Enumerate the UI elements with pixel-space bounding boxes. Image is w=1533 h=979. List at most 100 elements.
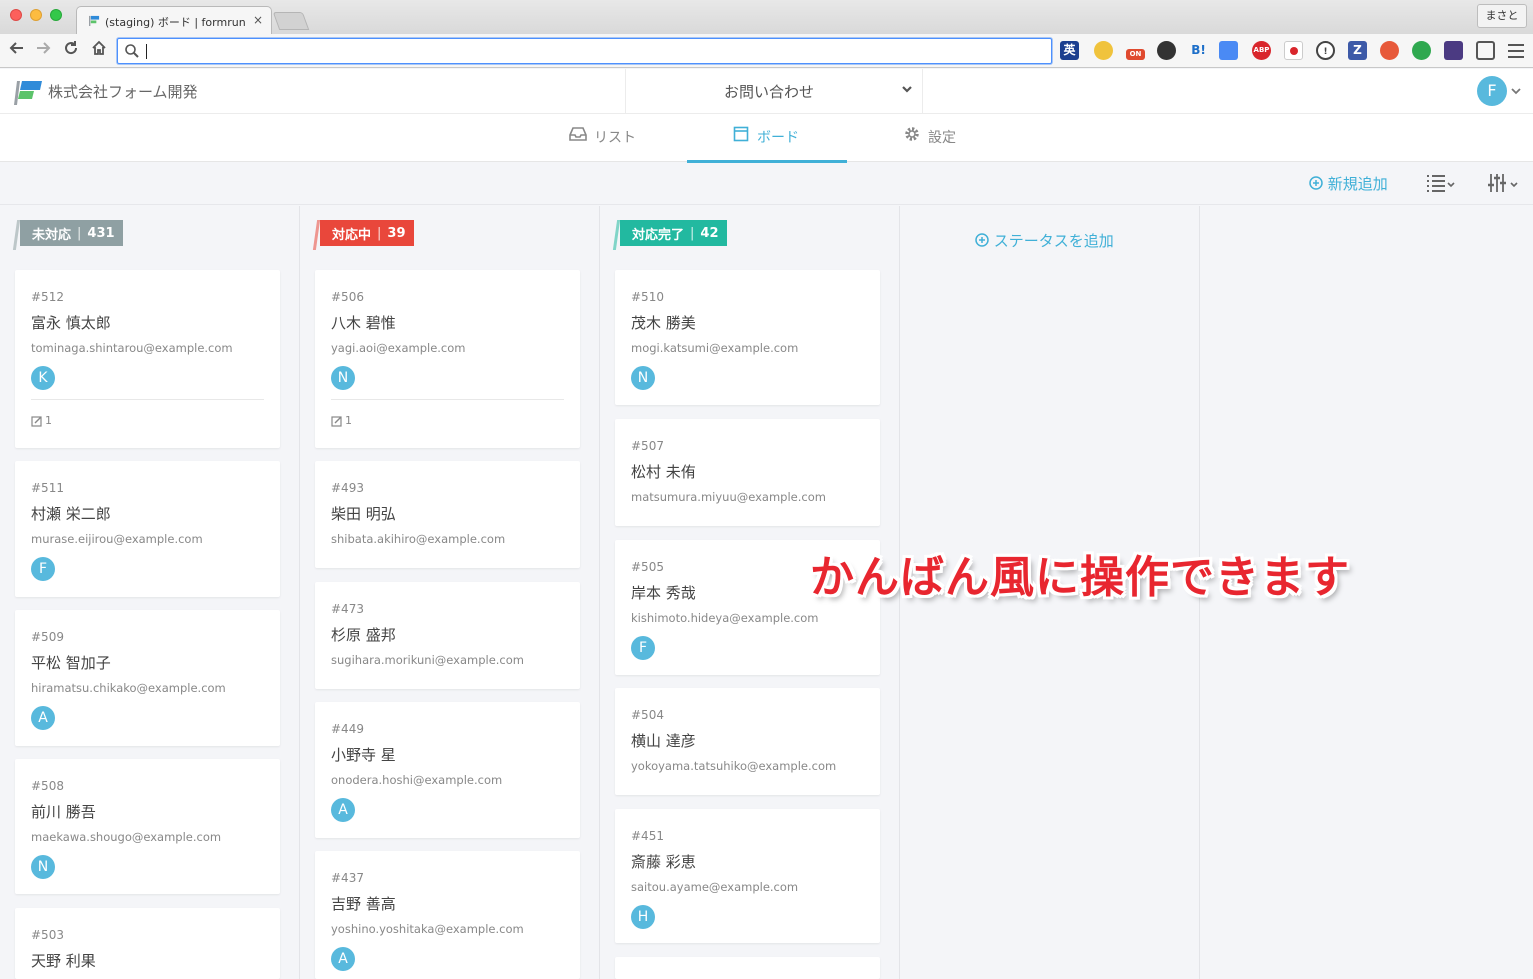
card-name: 松村 未侑 (631, 463, 696, 481)
card-id: #506 (331, 290, 364, 304)
inquiry-card[interactable]: #511 村瀬 栄二郎 murase.eijirou@example.com F (15, 461, 280, 597)
list-view-dropdown[interactable] (1426, 173, 1458, 197)
plus-circle-icon (1309, 176, 1323, 190)
address-input[interactable] (144, 42, 1024, 60)
japan-flag-icon[interactable] (1284, 41, 1303, 60)
assignee-avatar: A (331, 947, 355, 971)
onepassword-icon[interactable]: ! (1316, 41, 1335, 60)
new-tab-button[interactable] (272, 12, 310, 30)
browser-tab-active[interactable]: (staging) ボード | formrun × (76, 6, 272, 34)
lightbulb-extension-icon[interactable] (1094, 41, 1113, 60)
eijiro-extension-icon[interactable]: 英 (1060, 41, 1079, 60)
card-name: 横山 達彦 (631, 732, 696, 750)
column-header[interactable]: 対応完了 | 42 (620, 220, 727, 246)
company-name[interactable]: 株式会社フォーム開発 (48, 81, 198, 102)
inquiry-card[interactable]: #508 前川 勝吾 maekawa.shougo@example.com N (15, 759, 280, 894)
card-name: 平松 智加子 (31, 654, 111, 672)
reload-icon[interactable] (60, 40, 82, 62)
card-name: 富永 慎太郎 (31, 314, 111, 332)
card-email: maekawa.shougo@example.com (31, 830, 222, 844)
window-minimize-button[interactable] (30, 9, 42, 21)
card-id: #504 (631, 708, 664, 722)
cast-icon[interactable] (1476, 41, 1495, 60)
card-name: 前川 勝吾 (31, 803, 96, 821)
card-comment-count: 1 (331, 414, 352, 427)
user-avatar[interactable]: F (1477, 76, 1507, 106)
status-label: 対応中 (332, 227, 372, 243)
gear-icon (905, 127, 919, 141)
translate-extension-icon[interactable] (1219, 41, 1238, 60)
inquiry-card[interactable]: #509 平松 智加子 hiramatsu.chikako@example.co… (15, 610, 280, 746)
add-new-button[interactable]: 新規追加 (1309, 173, 1388, 194)
edit-icon (31, 415, 42, 427)
card-id: #503 (31, 928, 64, 942)
edit-icon (331, 415, 342, 427)
chevron-down-icon (902, 86, 912, 93)
inquiry-card[interactable]: #506 八木 碧惟 yagi.aoi@example.com N 1 (315, 270, 580, 448)
card-comment-count: 1 (31, 414, 52, 427)
card-name: 斎藤 彩恵 (631, 853, 696, 871)
photo-extension-icon[interactable] (1444, 41, 1463, 60)
tab-list-label: リスト (594, 130, 636, 146)
card-id: #449 (331, 722, 364, 736)
chevron-down-icon[interactable] (1511, 87, 1521, 95)
status-tag: 対応中 | 39 (320, 220, 414, 246)
address-bar[interactable] (117, 38, 1052, 64)
browser-profile-button[interactable]: まさと (1477, 4, 1527, 28)
inquiry-card[interactable]: #473 杉原 盛邦 sugihara.morikuni@example.com (315, 582, 580, 689)
inquiry-card[interactable]: #510 茂木 勝美 mogi.katsumi@example.com N (615, 270, 880, 405)
inquiry-card[interactable]: #512 富永 慎太郎 tominaga.shintarou@example.c… (15, 270, 280, 448)
card-name: 杉原 盛邦 (331, 626, 396, 644)
card-email: matsumura.miyuu@example.com (631, 490, 826, 504)
column-header[interactable]: 未対応 | 431 (20, 220, 123, 246)
app-header: 株式会社フォーム開発 お問い合わせ F (0, 69, 1533, 114)
inquiry-card[interactable]: #437 吉野 善高 yoshino.yoshitaka@example.com… (315, 851, 580, 979)
assignee-avatar: N (631, 366, 655, 390)
assignee-avatar: A (31, 706, 55, 730)
assignee-avatar: F (631, 636, 655, 660)
zotero-extension-icon[interactable]: Z (1348, 41, 1367, 60)
home-icon[interactable] (88, 40, 110, 62)
browser-menu-icon[interactable] (1508, 44, 1524, 62)
card-id: #507 (631, 439, 664, 453)
browser-tab-title: (staging) ボード | formrun (105, 16, 246, 29)
inquiry-card[interactable]: #503 天野 利果 (15, 908, 280, 979)
status-count: 39 (387, 225, 406, 241)
inquiry-card[interactable]: #449 小野寺 星 onodera.hoshi@example.com A (315, 702, 580, 838)
assignee-avatar: N (331, 366, 355, 390)
form-selector[interactable]: お問い合わせ (625, 69, 923, 113)
add-status-button[interactable]: ステータスを追加 (975, 230, 1114, 251)
back-arrow-icon[interactable] (6, 40, 28, 62)
inquiry-card[interactable]: #451 斎藤 彩恵 saitou.ayame@example.com H (615, 809, 880, 943)
inquiry-card[interactable]: #493 柴田 明弘 shibata.akihiro@example.com (315, 461, 580, 568)
inquiry-card[interactable] (615, 957, 880, 979)
tab-close-icon[interactable]: × (253, 13, 263, 27)
hatena-bookmark-icon[interactable]: B! (1189, 41, 1208, 60)
assignee-avatar: N (31, 855, 55, 879)
inquiry-card[interactable]: #504 横山 達彦 yokoyama.tatsuhiko@example.co… (615, 688, 880, 795)
color-picker-extension-icon[interactable] (1380, 41, 1399, 60)
browser-toolbar: 英 ON B! ABP ! Z (0, 34, 1533, 68)
tab-settings[interactable]: 設定 (903, 114, 983, 162)
card-email: mogi.katsumi@example.com (631, 341, 799, 355)
camera-extension-icon[interactable] (1157, 41, 1176, 60)
card-id: #511 (31, 481, 64, 495)
card-id: #512 (31, 290, 64, 304)
inquiry-card[interactable]: #507 松村 未侑 matsumura.miyuu@example.com (615, 419, 880, 526)
card-id: #437 (331, 871, 364, 885)
tab-board[interactable]: ボード (687, 114, 847, 163)
filter-sliders-dropdown[interactable] (1488, 173, 1522, 197)
column-header[interactable]: 対応中 | 39 (320, 220, 414, 246)
tab-list[interactable]: リスト (566, 114, 646, 162)
check-extension-icon[interactable] (1412, 41, 1431, 60)
card-id: #473 (331, 602, 364, 616)
status-column-in-progress: 対応中 | 39 #506 八木 碧惟 yagi.aoi@example.com N… (300, 206, 600, 979)
status-column-unhandled: 未対応 | 431 #512 富永 慎太郎 tominaga.shintarou@e… (0, 206, 300, 979)
forward-arrow-icon[interactable] (32, 40, 54, 62)
card-id: #509 (31, 630, 64, 644)
formrun-logo-icon[interactable] (14, 79, 42, 105)
window-close-button[interactable] (10, 9, 22, 21)
window-zoom-button[interactable] (50, 9, 62, 21)
adblock-icon[interactable]: ABP (1252, 41, 1271, 60)
on-extension-icon[interactable]: ON (1126, 49, 1145, 60)
